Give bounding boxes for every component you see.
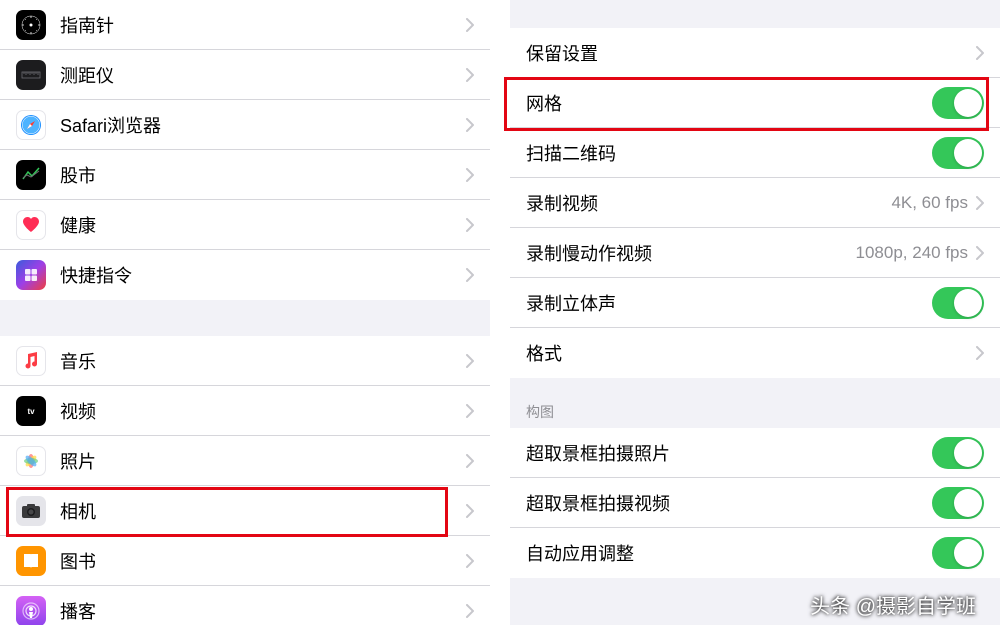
toggle-auto-apply[interactable] <box>932 537 984 569</box>
camera-icon <box>16 496 46 526</box>
measure-icon <box>16 60 46 90</box>
row-record-video[interactable]: 录制视频 4K, 60 fps <box>510 178 1000 228</box>
camera-settings-group: 保留设置 网格 扫描二维码 录制视频 4K, 60 fps 录制慢动作视频 10… <box>510 28 1000 378</box>
label: 播客 <box>60 598 466 624</box>
detail: 4K, 60 fps <box>891 193 968 213</box>
row-auto-apply[interactable]: 自动应用调整 <box>510 528 1000 578</box>
toggle-scan-qr[interactable] <box>932 137 984 169</box>
chevron-right-icon <box>466 68 474 82</box>
chevron-right-icon <box>466 268 474 282</box>
settings-group-tools: 指南针 测距仪 Safari浏览器 股市 <box>0 0 490 300</box>
row-shortcuts[interactable]: 快捷指令 <box>0 250 490 300</box>
chevron-right-icon <box>976 346 984 360</box>
row-compass[interactable]: 指南针 <box>0 0 490 50</box>
label: 扫描二维码 <box>526 140 932 166</box>
chevron-right-icon <box>466 454 474 468</box>
label: 录制慢动作视频 <box>526 240 856 266</box>
label: 音乐 <box>60 348 466 374</box>
photos-icon <box>16 446 46 476</box>
row-books[interactable]: 图书 <box>0 536 490 586</box>
chevron-right-icon <box>976 46 984 60</box>
settings-group-media: 音乐 tv 视频 照片 相机 图书 <box>0 336 490 625</box>
row-formats[interactable]: 格式 <box>510 328 1000 378</box>
label: 股市 <box>60 162 466 188</box>
label: 指南针 <box>60 12 466 38</box>
label: 快捷指令 <box>60 262 466 288</box>
tv-icon: tv <box>16 396 46 426</box>
label: 自动应用调整 <box>526 540 932 566</box>
chevron-right-icon <box>976 196 984 210</box>
toggle-capture-outside-video[interactable] <box>932 487 984 519</box>
chevron-right-icon <box>466 404 474 418</box>
section-header: 构图 <box>510 394 1000 428</box>
chevron-right-icon <box>466 604 474 618</box>
row-tv[interactable]: tv 视频 <box>0 386 490 436</box>
chevron-right-icon <box>466 18 474 32</box>
stocks-icon <box>16 160 46 190</box>
label: 测距仪 <box>60 62 466 88</box>
label: Safari浏览器 <box>60 112 466 138</box>
row-grid[interactable]: 网格 <box>510 78 1000 128</box>
label: 保留设置 <box>526 40 976 66</box>
section-divider <box>0 300 490 336</box>
chevron-right-icon <box>466 554 474 568</box>
row-capture-outside-video[interactable]: 超取景框拍摄视频 <box>510 478 1000 528</box>
label: 网格 <box>526 90 932 116</box>
toggle-grid[interactable] <box>932 87 984 119</box>
podcasts-icon <box>16 596 46 625</box>
row-health[interactable]: 健康 <box>0 200 490 250</box>
label: 录制视频 <box>526 190 891 216</box>
composition-group: 超取景框拍摄照片 超取景框拍摄视频 自动应用调整 <box>510 428 1000 578</box>
row-camera[interactable]: 相机 <box>0 486 490 536</box>
section-divider <box>510 0 1000 28</box>
label: 超取景框拍摄视频 <box>526 490 932 516</box>
row-stereo[interactable]: 录制立体声 <box>510 278 1000 328</box>
row-measure[interactable]: 测距仪 <box>0 50 490 100</box>
books-icon <box>16 546 46 576</box>
row-stocks[interactable]: 股市 <box>0 150 490 200</box>
row-safari[interactable]: Safari浏览器 <box>0 100 490 150</box>
row-preserve-settings[interactable]: 保留设置 <box>510 28 1000 78</box>
chevron-right-icon <box>466 504 474 518</box>
row-photos[interactable]: 照片 <box>0 436 490 486</box>
row-music[interactable]: 音乐 <box>0 336 490 386</box>
toggle-stereo[interactable] <box>932 287 984 319</box>
row-capture-outside-photo[interactable]: 超取景框拍摄照片 <box>510 428 1000 478</box>
row-podcasts[interactable]: 播客 <box>0 586 490 625</box>
chevron-right-icon <box>976 246 984 260</box>
label: 超取景框拍摄照片 <box>526 440 932 466</box>
chevron-right-icon <box>466 218 474 232</box>
label: 图书 <box>60 548 466 574</box>
health-icon <box>16 210 46 240</box>
label: 照片 <box>60 448 466 474</box>
shortcuts-icon <box>16 260 46 290</box>
music-icon <box>16 346 46 376</box>
row-record-slomo[interactable]: 录制慢动作视频 1080p, 240 fps <box>510 228 1000 278</box>
label: 格式 <box>526 340 976 366</box>
svg-text:tv: tv <box>27 407 35 416</box>
label: 录制立体声 <box>526 290 932 316</box>
watermark: 头条 @摄影自学班 <box>810 590 976 619</box>
label: 相机 <box>60 498 466 524</box>
chevron-right-icon <box>466 168 474 182</box>
detail: 1080p, 240 fps <box>856 243 968 263</box>
compass-icon <box>16 10 46 40</box>
chevron-right-icon <box>466 118 474 132</box>
toggle-capture-outside-photo[interactable] <box>932 437 984 469</box>
section-divider: 构图 <box>510 378 1000 428</box>
label: 健康 <box>60 212 466 238</box>
label: 视频 <box>60 398 466 424</box>
safari-icon <box>16 110 46 140</box>
chevron-right-icon <box>466 354 474 368</box>
row-scan-qr[interactable]: 扫描二维码 <box>510 128 1000 178</box>
